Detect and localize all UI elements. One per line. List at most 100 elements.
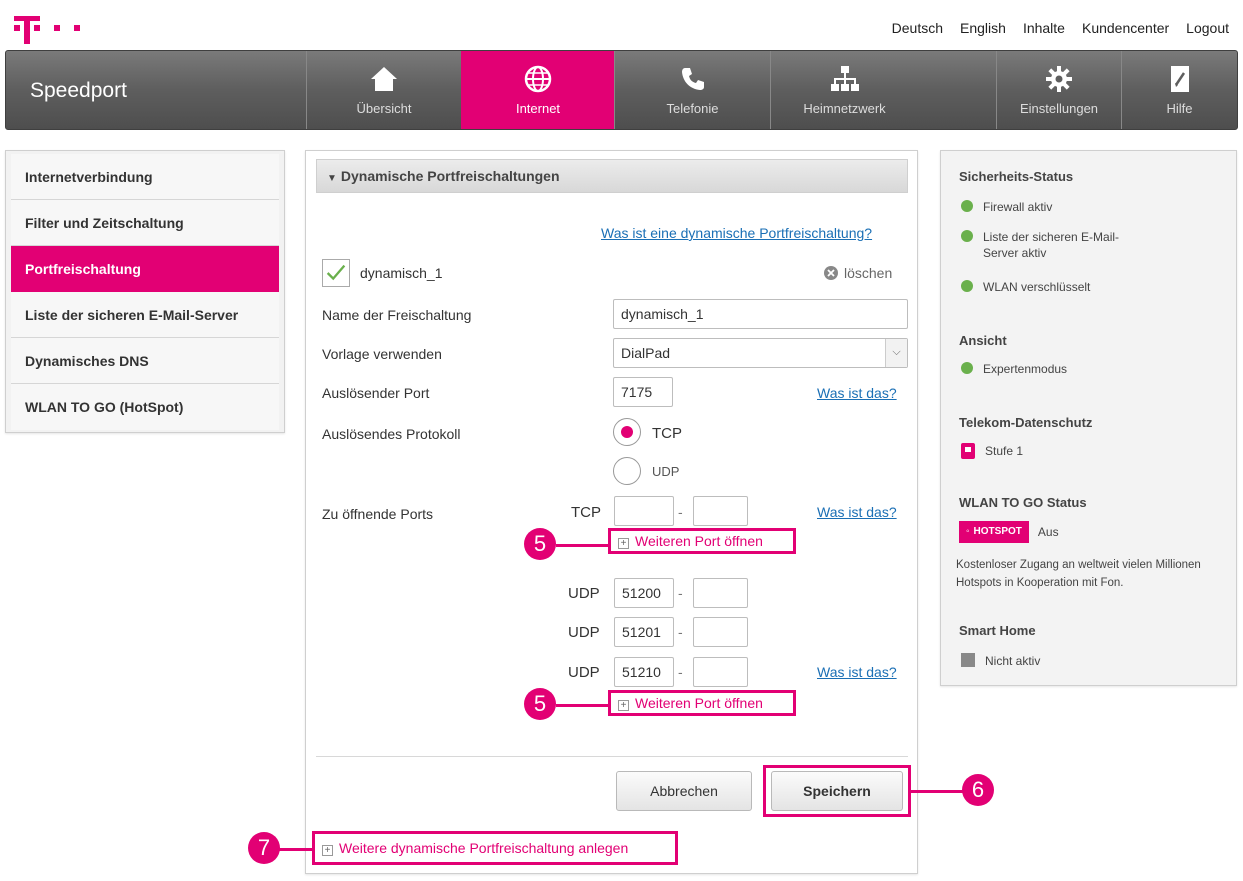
udp-port-from-input-2[interactable]: 51201	[614, 617, 674, 647]
udp-ports-label: UDP	[568, 664, 600, 681]
add-rule-label: Weitere dynamische Portfreischaltung anl…	[339, 840, 629, 856]
lang-deutsch-link[interactable]: Deutsch	[892, 20, 943, 36]
save-button[interactable]: Speichern	[771, 771, 903, 811]
udp-ports-label: UDP	[568, 624, 600, 641]
sidebar-item-filter[interactable]: Filter und Zeitschaltung	[11, 200, 279, 246]
nav-tab-overview[interactable]: Übersicht	[306, 51, 461, 129]
collapse-triangle-icon: ▼	[327, 173, 337, 184]
add-udp-port-link[interactable]: + Weiteren Port öffnen	[618, 695, 763, 711]
expert-mode-link[interactable]: Expertenmodus	[961, 361, 1067, 377]
smart-home-title: Smart Home	[959, 623, 1036, 638]
udp-ports-label: UDP	[568, 585, 600, 602]
smart-home-status[interactable]: Nicht aktiv	[961, 653, 1040, 669]
protocol-udp-radio[interactable]	[613, 457, 641, 485]
privacy-title: Telekom-Datenschutz	[959, 415, 1093, 430]
trigger-port-help-link[interactable]: Was ist das?	[817, 385, 897, 401]
entry-enabled-checkbox[interactable]	[322, 259, 350, 287]
nav-tab-home-network[interactable]: Heimnetzwerk	[770, 51, 918, 129]
customer-center-link[interactable]: Kundencenter	[1082, 20, 1169, 36]
callout-number-6: 6	[962, 774, 994, 806]
nav-tab-internet[interactable]: Internet	[461, 51, 614, 129]
protocol-tcp-label: TCP	[652, 425, 682, 442]
range-dash: -	[678, 585, 683, 601]
nav-tab-label: Einstellungen	[1019, 101, 1099, 116]
plus-box-icon: +	[618, 538, 629, 549]
status-item: WLAN verschlüsselt	[961, 279, 1090, 295]
udp-port-from-input-3[interactable]: 51210	[614, 657, 674, 687]
section-header[interactable]: ▼ Dynamische Portfreischaltungen	[316, 159, 908, 193]
trigger-port-input[interactable]: 7175	[613, 377, 673, 407]
lang-english-link[interactable]: English	[960, 20, 1006, 36]
sidebar-item-port-forwarding[interactable]: Portfreischaltung	[11, 246, 279, 292]
nav-tab-label: Internet	[515, 101, 561, 116]
callout-leader-line	[910, 790, 964, 793]
udp-port-to-input-1[interactable]	[693, 578, 748, 608]
trigger-port-label: Auslösender Port	[322, 385, 430, 401]
main-panel: ▼ Dynamische Portfreischaltungen Was ist …	[305, 150, 918, 874]
plus-box-icon: +	[322, 845, 333, 856]
template-selected-value: DialPad	[621, 345, 671, 361]
sidebar-item-dynamic-dns[interactable]: Dynamisches DNS	[11, 338, 279, 384]
privacy-level-link[interactable]: Stufe 1	[961, 443, 1023, 459]
nav-tab-settings[interactable]: Einstellungen	[996, 51, 1121, 129]
main-nav: Speedport Übersicht Internet Telefonie H…	[5, 50, 1238, 130]
home-icon	[371, 67, 397, 91]
range-dash: -	[678, 504, 683, 520]
ports-to-open-label: Zu öffnende Ports	[322, 506, 434, 522]
cancel-button[interactable]: Abbrechen	[616, 771, 752, 811]
hotspot-badge: ◦ HOTSPOT	[959, 521, 1029, 543]
range-dash: -	[678, 624, 683, 640]
sidebar-item-internet-connection[interactable]: Internetverbindung	[11, 154, 279, 200]
status-panel: Sicherheits-Status Firewall aktiv Liste …	[940, 150, 1237, 686]
network-icon	[830, 66, 859, 91]
plus-box-icon: +	[618, 700, 629, 711]
status-item: Liste der sicheren E-Mail-Server aktiv	[961, 229, 1131, 261]
add-port-label: Weiteren Port öffnen	[635, 695, 763, 711]
callout-leader-line	[556, 544, 608, 547]
nav-tab-telephony[interactable]: Telefonie	[614, 51, 770, 129]
tcp-port-to-input[interactable]	[693, 496, 748, 526]
template-select[interactable]: DialPad ⌵	[613, 338, 908, 368]
top-links: Deutsch English Inhalte Kundencenter Log…	[892, 20, 1229, 36]
callout-number-7: 7	[248, 832, 280, 864]
callout-leader-line	[556, 704, 608, 707]
dynamic-port-help-link[interactable]: Was ist eine dynamische Portfreischaltun…	[601, 225, 872, 241]
protocol-tcp-radio[interactable]	[613, 418, 641, 446]
telekom-logo	[14, 16, 80, 44]
brand-title: Speedport	[30, 79, 127, 102]
hotspot-status[interactable]: ◦ HOTSPOT Aus	[959, 521, 1059, 543]
add-tcp-port-link[interactable]: + Weiteren Port öffnen	[618, 533, 763, 549]
privacy-shield-icon	[961, 443, 975, 459]
range-dash: -	[678, 664, 683, 680]
callout-number-5: 5	[524, 688, 556, 720]
delete-label: löschen	[844, 265, 893, 281]
contents-link[interactable]: Inhalte	[1023, 20, 1065, 36]
nav-tab-label: Übersicht	[356, 101, 412, 116]
udp-port-from-input-1[interactable]: 51200	[614, 578, 674, 608]
delete-entry-button[interactable]: löschen	[824, 265, 892, 281]
help-icon	[1170, 66, 1189, 92]
callout-number-5: 5	[524, 528, 556, 560]
tcp-port-from-input[interactable]	[614, 496, 674, 526]
add-dynamic-rule-link[interactable]: + Weitere dynamische Portfreischaltung an…	[322, 840, 628, 856]
chevron-down-icon[interactable]: ⌵	[885, 339, 907, 367]
udp-port-to-input-3[interactable]	[693, 657, 748, 687]
sidebar-item-wlan-to-go[interactable]: WLAN TO GO (HotSpot)	[11, 384, 279, 430]
add-port-label: Weiteren Port öffnen	[635, 533, 763, 549]
udp-ports-help-link[interactable]: Was ist das?	[817, 664, 897, 680]
logout-link[interactable]: Logout	[1186, 20, 1229, 36]
section-title: Dynamische Portfreischaltungen	[340, 168, 560, 184]
sidebar-item-safe-mail-servers[interactable]: Liste der sicheren E-Mail-Server	[11, 292, 279, 338]
close-circle-icon	[824, 266, 838, 280]
wifi-icon: ◦	[966, 526, 970, 537]
rule-name-input[interactable]: dynamisch_1	[613, 299, 908, 329]
udp-port-to-input-2[interactable]	[693, 617, 748, 647]
view-title: Ansicht	[959, 333, 1007, 348]
nav-tab-label: Telefonie	[666, 101, 719, 116]
tcp-ports-help-link[interactable]: Was ist das?	[817, 504, 897, 520]
phone-icon	[681, 68, 704, 90]
gear-icon	[1046, 66, 1072, 92]
nav-tab-label: Heimnetzwerk	[803, 101, 886, 116]
nav-tab-help[interactable]: Hilfe	[1121, 51, 1237, 129]
protocol-udp-label: UDP	[652, 464, 680, 479]
